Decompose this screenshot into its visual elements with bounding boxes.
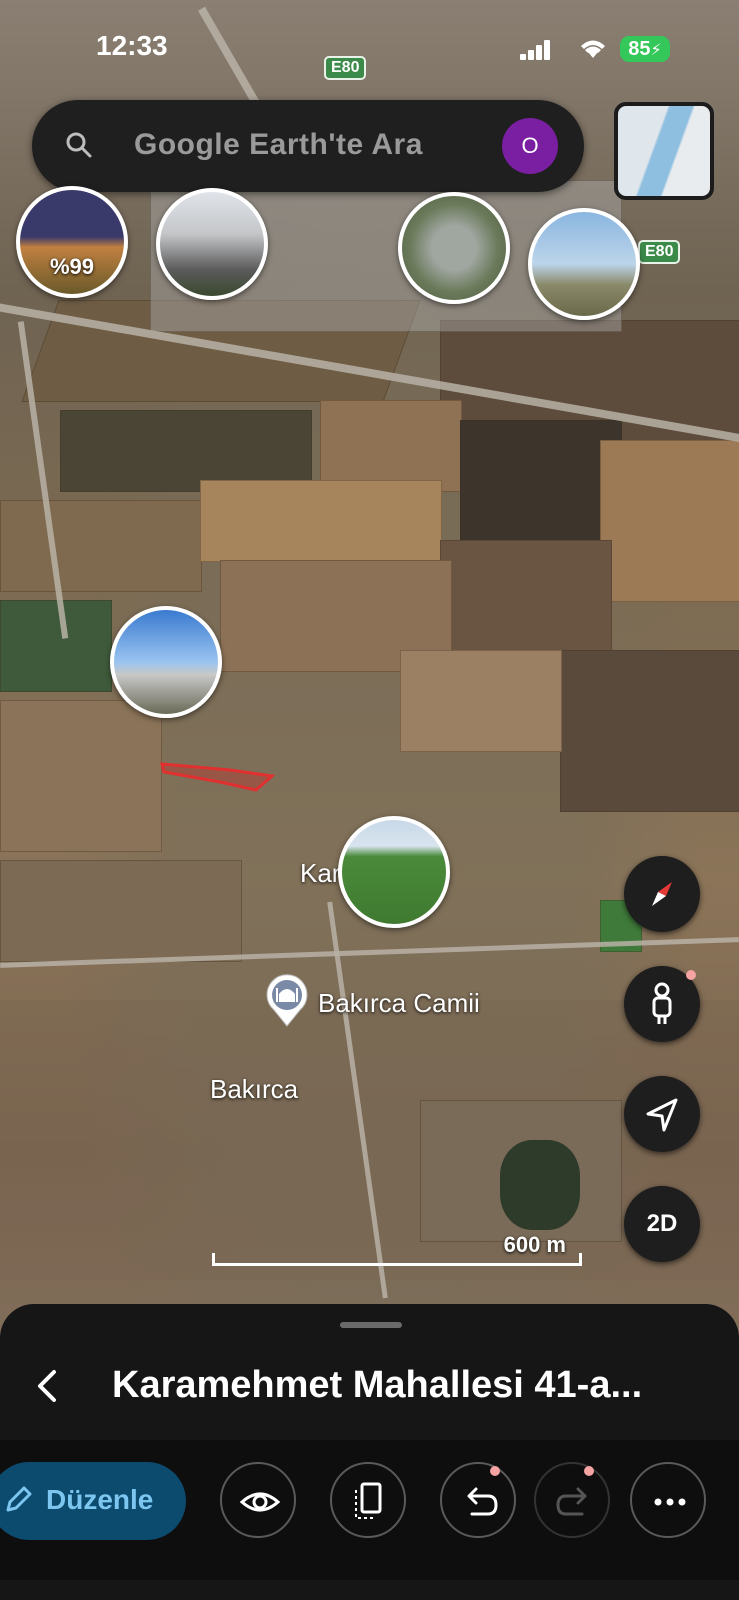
notification-dot — [490, 1466, 500, 1476]
minimap-thumbnail[interactable] — [614, 102, 714, 200]
search-bar[interactable]: Google Earth'te Ara O — [32, 100, 584, 192]
map-field — [0, 600, 112, 692]
eye-icon — [240, 1492, 280, 1512]
sheet-drag-handle[interactable] — [340, 1322, 402, 1328]
highway-label: E80 — [324, 56, 367, 80]
mosque-pin-icon[interactable] — [264, 974, 310, 1028]
wifi-icon — [581, 40, 605, 58]
pencil-icon — [6, 1486, 32, 1512]
edit-label: Düzenle — [46, 1484, 154, 1515]
my-location-button[interactable] — [624, 1076, 700, 1152]
notification-dot — [584, 1466, 594, 1476]
photo-bubble[interactable] — [338, 816, 450, 928]
map-field — [0, 700, 162, 852]
present-button[interactable] — [330, 1462, 406, 1538]
photo-bubble[interactable] — [110, 606, 222, 718]
map-field — [200, 480, 442, 562]
bottom-sheet[interactable]: Karamehmet Mahallesi 41-a... Düzenle — [0, 1304, 739, 1600]
highway-label: E80 — [638, 240, 681, 264]
location-arrow-icon — [646, 1098, 678, 1132]
photo-bubble[interactable]: %99 — [16, 186, 128, 298]
visibility-button[interactable] — [220, 1462, 296, 1538]
map-field — [560, 650, 739, 812]
redo-icon — [556, 1487, 587, 1516]
redo-button[interactable] — [534, 1462, 610, 1538]
back-chevron-icon[interactable] — [28, 1366, 68, 1406]
place-title: Karamehmet Mahallesi 41-a... — [112, 1364, 643, 1406]
edit-button[interactable]: Düzenle — [0, 1462, 186, 1540]
view-mode-label: 2D — [646, 1210, 678, 1237]
compass-icon — [652, 882, 672, 906]
notification-dot — [686, 970, 696, 980]
status-bar: 12:33 85⚡ — [0, 0, 739, 80]
map-field — [0, 500, 202, 592]
undo-button[interactable] — [440, 1462, 516, 1538]
map-field — [400, 650, 562, 752]
photo-bubble[interactable] — [528, 208, 640, 320]
photo-caption: %99 — [49, 254, 95, 279]
battery-indicator: 85⚡ — [620, 36, 670, 62]
account-avatar[interactable]: O — [502, 118, 558, 174]
parcel-outline[interactable] — [160, 760, 280, 800]
undo-icon — [467, 1487, 498, 1516]
scale-bar — [212, 1253, 582, 1266]
photo-bubble[interactable] — [398, 192, 510, 304]
map-field — [460, 420, 622, 542]
search-icon — [66, 132, 92, 158]
place-label-mosque: Bakırca Camii — [318, 988, 480, 1018]
charging-bolt-icon: ⚡ — [650, 42, 662, 59]
tree-shadow — [500, 1140, 580, 1230]
place-label-village: Bakırca — [210, 1074, 299, 1104]
cellular-signal-icon — [520, 40, 552, 60]
battery-level: 85 — [628, 38, 651, 60]
map-field — [320, 400, 462, 492]
view-mode-toggle[interactable]: 2D — [624, 1186, 700, 1262]
action-toolbar: Düzenle — [0, 1440, 739, 1580]
photo-bubble[interactable] — [156, 188, 268, 300]
slides-icon — [355, 1482, 382, 1519]
map-field — [600, 440, 739, 602]
map-field — [0, 860, 242, 962]
compass-button[interactable] — [624, 856, 700, 932]
map-scale: 600 m — [212, 1232, 582, 1268]
search-placeholder[interactable]: Google Earth'te Ara — [134, 128, 423, 162]
more-options-button[interactable] — [630, 1462, 706, 1538]
status-time: 12:33 — [96, 30, 168, 61]
map-field — [440, 540, 612, 652]
more-dots-icon — [654, 1498, 686, 1506]
